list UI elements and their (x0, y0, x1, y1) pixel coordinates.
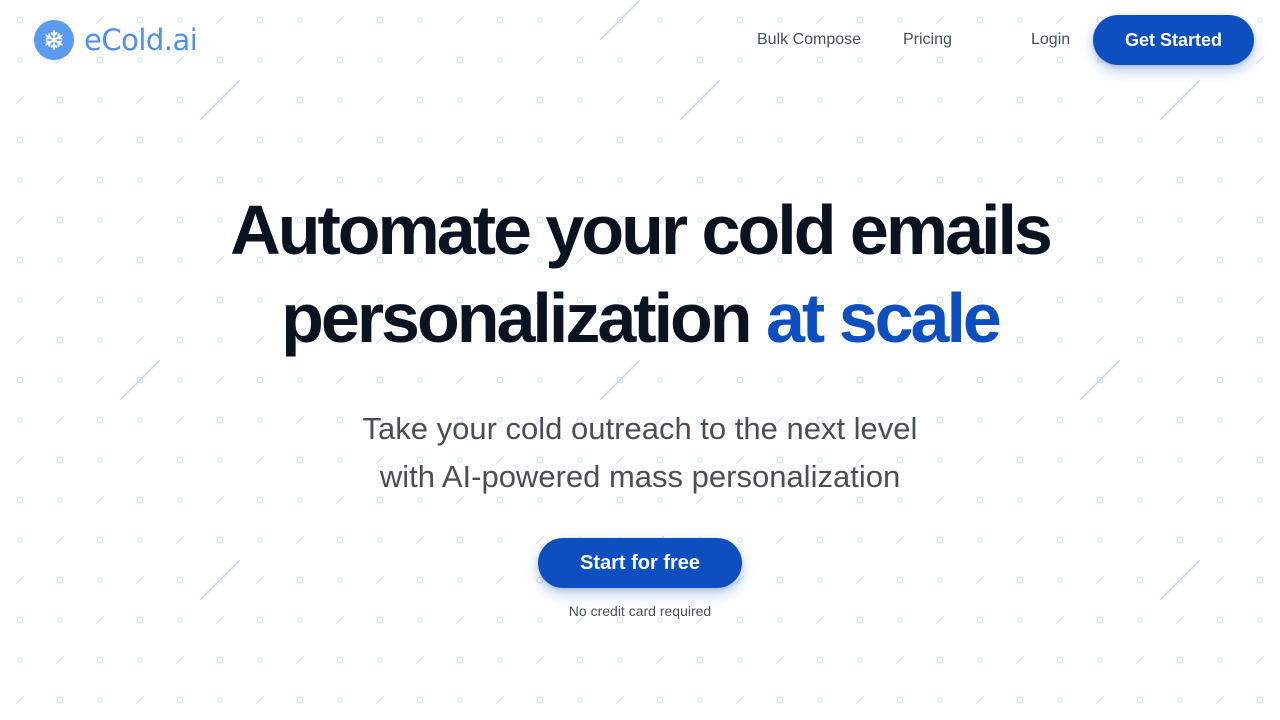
start-for-free-button[interactable]: Start for free (538, 538, 742, 588)
subhead-line-2: with AI-powered mass personalization (379, 459, 901, 494)
no-credit-card-note: No credit card required (568, 603, 712, 619)
hero-subheading: Take your cold outreach to the next leve… (0, 405, 1280, 501)
nav-link-pricing[interactable]: Pricing (903, 30, 952, 50)
headline-line-2: personalization (281, 279, 766, 357)
nav-link-login[interactable]: Login (1031, 30, 1070, 50)
brand-name: eCold.ai (84, 23, 198, 57)
hero-headline: Automate your cold emails personalizatio… (0, 186, 1280, 362)
snowflake-icon (34, 20, 74, 60)
headline-accent: at scale (766, 279, 1002, 357)
logo-link[interactable]: eCold.ai (34, 20, 198, 60)
headline-line-1: Automate your cold emails (230, 191, 1053, 269)
top-nav: eCold.ai Bulk Compose Pricing Login Get … (0, 0, 1280, 80)
subhead-line-1: Take your cold outreach to the next leve… (362, 411, 918, 446)
get-started-button[interactable]: Get Started (1093, 15, 1254, 65)
nav-link-bulk-compose[interactable]: Bulk Compose (757, 30, 861, 50)
